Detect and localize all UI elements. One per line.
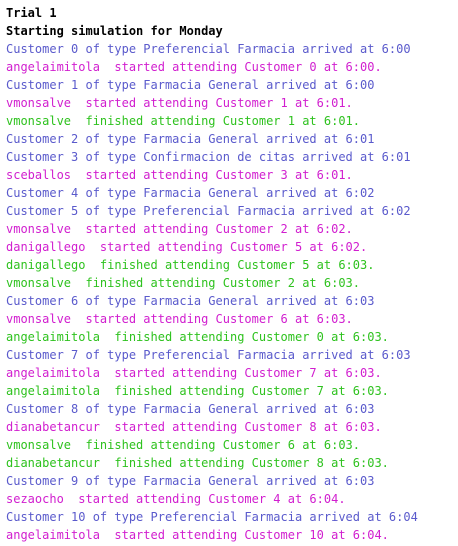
- log-line: angelaimitola started attending Customer…: [6, 528, 389, 542]
- log-line: vmonsalve started attending Customer 2 a…: [6, 222, 353, 236]
- log-line: dianabetancur started attending Customer…: [6, 420, 382, 434]
- log-line: Customer 3 of type Confirmacion de citas…: [6, 150, 411, 164]
- log-line: angelaimitola started attending Customer…: [6, 366, 382, 380]
- log-line: vmonsalve finished attending Customer 1 …: [6, 114, 361, 128]
- log-line: Customer 6 of type Farmacia General arri…: [6, 294, 375, 308]
- log-line: Customer 1 of type Farmacia General arri…: [6, 78, 375, 92]
- log-line: Customer 4 of type Farmacia General arri…: [6, 186, 375, 200]
- log-line: dianabetancur finished attending Custome…: [6, 456, 389, 470]
- log-line: Customer 10 of type Preferencial Farmaci…: [6, 510, 418, 524]
- log-line: danigallego started attending Customer 5…: [6, 240, 368, 254]
- log-line: Customer 9 of type Farmacia General arri…: [6, 474, 375, 488]
- log-line: angelaimitola finished attending Custome…: [6, 384, 389, 398]
- log-line: vmonsalve finished attending Customer 2 …: [6, 276, 361, 290]
- log-line: Customer 2 of type Farmacia General arri…: [6, 132, 375, 146]
- log-line: Customer 0 of type Preferencial Farmacia…: [6, 42, 411, 56]
- log-line: Customer 7 of type Preferencial Farmacia…: [6, 348, 411, 362]
- log-line: Customer 5 of type Preferencial Farmacia…: [6, 204, 411, 218]
- log-line: vmonsalve started attending Customer 1 a…: [6, 96, 353, 110]
- console-output: Trial 1 Starting simulation for Monday C…: [0, 0, 458, 544]
- log-line: vmonsalve finished attending Customer 6 …: [6, 438, 361, 452]
- log-line: angelaimitola started attending Customer…: [6, 60, 382, 74]
- log-line: sceballos started attending Customer 3 a…: [6, 168, 353, 182]
- log-line: sezaocho started attending Customer 4 at…: [6, 492, 346, 506]
- log-line: vmonsalve started attending Customer 6 a…: [6, 312, 353, 326]
- log-line: Customer 8 of type Farmacia General arri…: [6, 402, 375, 416]
- simulation-header: Starting simulation for Monday: [6, 24, 223, 38]
- trial-header: Trial 1: [6, 6, 57, 20]
- log-line: angelaimitola finished attending Custome…: [6, 330, 389, 344]
- log-line: danigallego finished attending Customer …: [6, 258, 375, 272]
